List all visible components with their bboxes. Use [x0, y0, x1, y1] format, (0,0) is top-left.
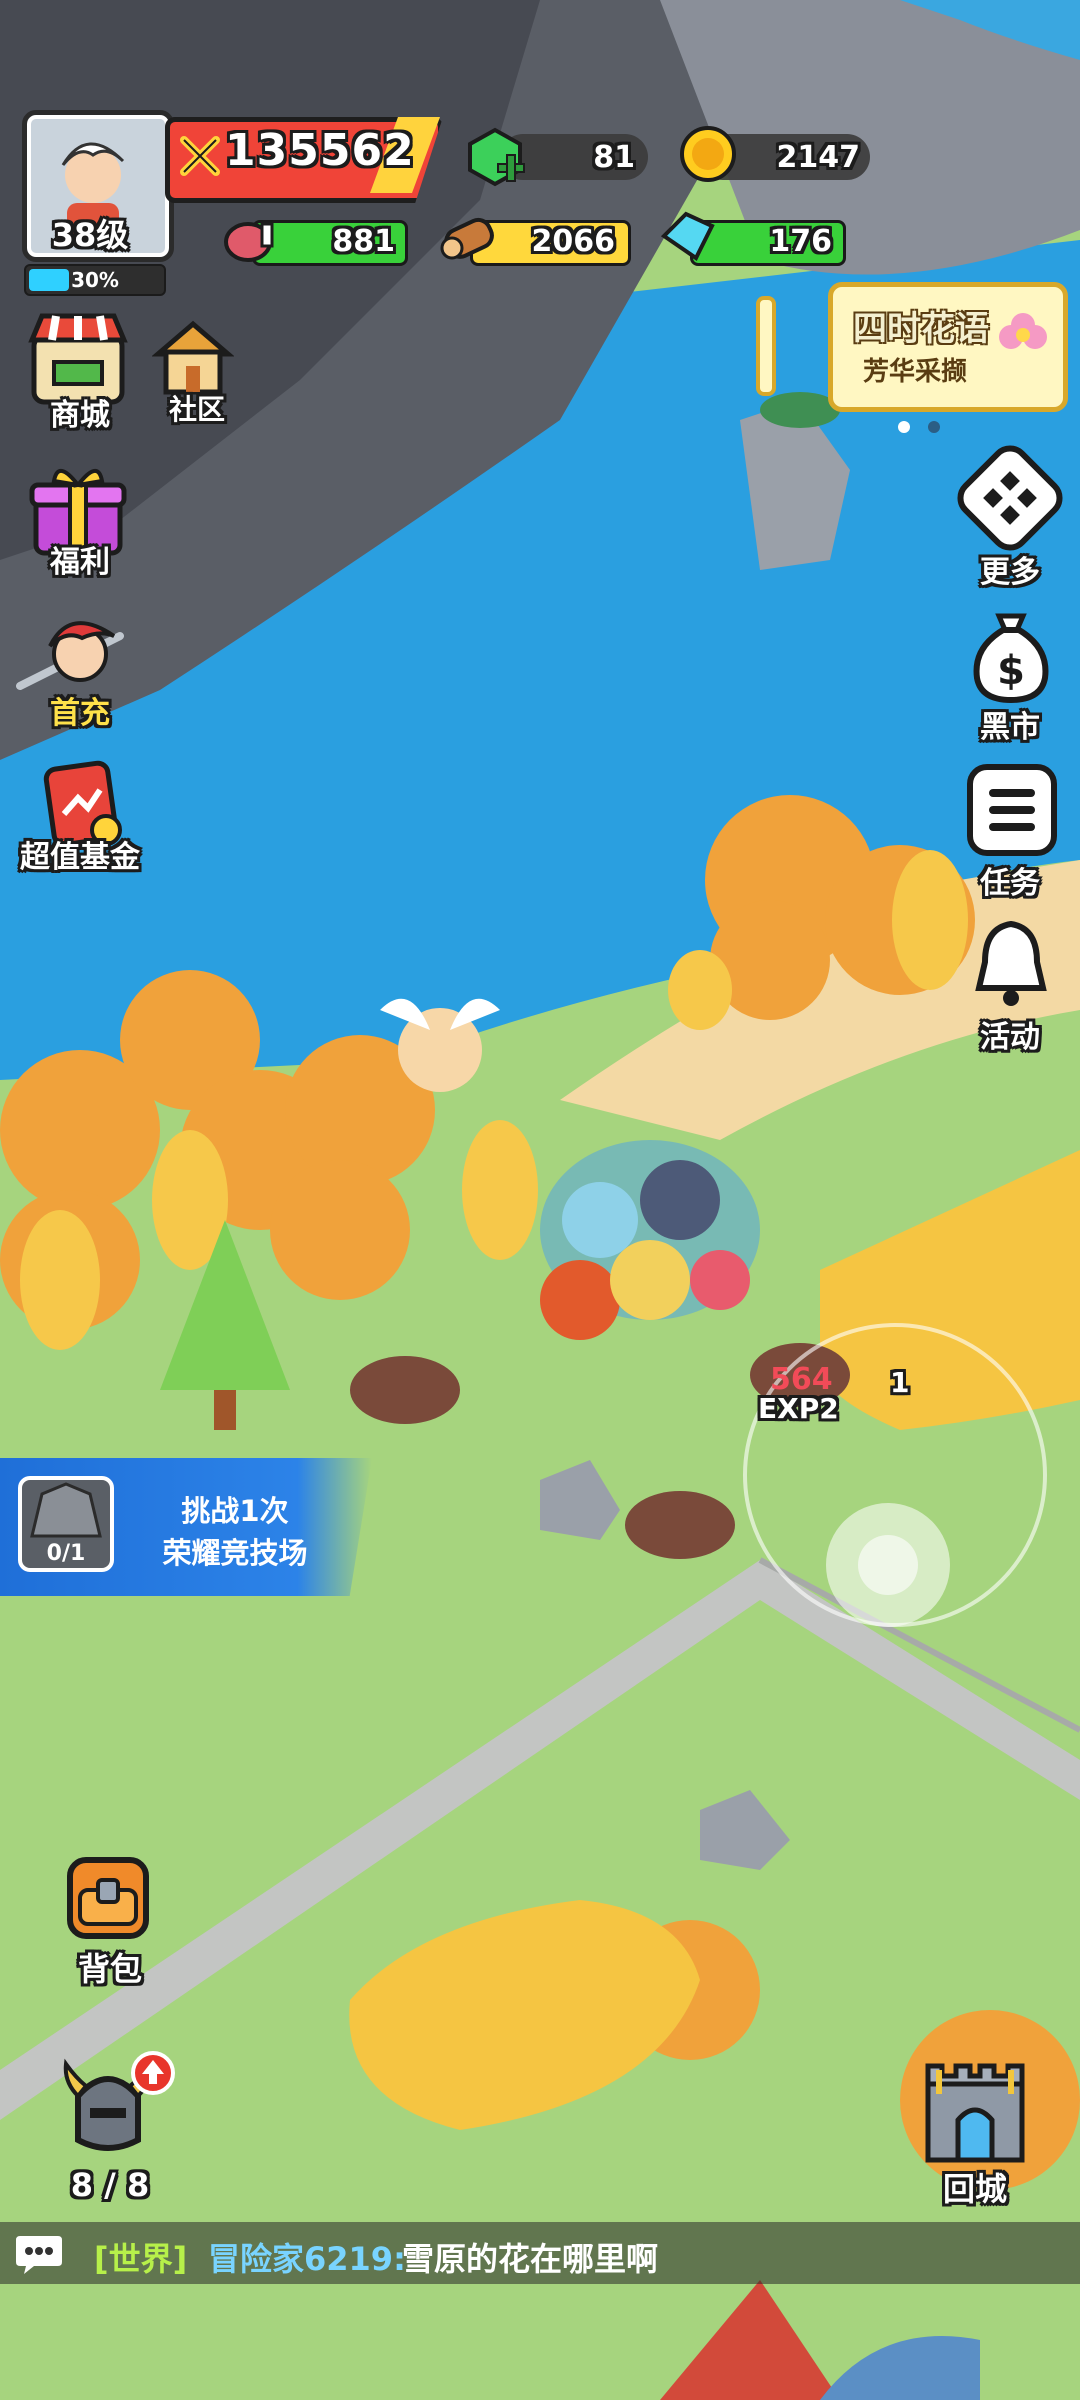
flower-icon: [999, 313, 1047, 349]
meat-count: 881: [332, 224, 395, 259]
money-bag-icon: $: [973, 613, 1049, 704]
more-button[interactable]: 更多: [949, 437, 1071, 590]
welfare-label: 福利: [50, 545, 110, 580]
tasks-icon-frame: [967, 764, 1057, 856]
shop-label: 商城: [50, 398, 110, 433]
backpack-label: 背包: [77, 1950, 142, 1988]
wood-log-icon: [440, 217, 494, 260]
event-banner-subtitle: 芳华采撷: [863, 357, 968, 387]
heroes-count: 8 / 8: [70, 2166, 150, 2204]
black-market-label: 黑市: [980, 710, 1040, 745]
chat-message: 雪原的花在哪里啊: [402, 2240, 659, 2278]
arena-icon: [30, 1482, 102, 1538]
value-fund-label: 超值基金: [20, 840, 140, 875]
xp-percent: 30%: [71, 268, 119, 292]
more-label: 更多: [980, 555, 1040, 590]
crossed-swords-icon: [180, 136, 220, 176]
more-icon-frame: [949, 437, 1071, 559]
player-level: 38级: [51, 216, 129, 254]
chat-channel: [世界]: [94, 2240, 188, 2278]
svg-text:$: $: [997, 648, 1025, 694]
return-city-label: 回城: [942, 2170, 1007, 2208]
menu-list-icon: [989, 789, 1035, 831]
quest-progress: 0/1: [46, 1541, 86, 1566]
crystal-icon: [660, 211, 715, 261]
green-gem-icon: [468, 127, 525, 187]
banner-page-dot: [928, 421, 940, 433]
events-label: 活动: [980, 1020, 1040, 1055]
house-icon: [152, 320, 234, 395]
backpack-icon: [67, 1857, 149, 1939]
tasks-button[interactable]: 任务: [955, 764, 1065, 901]
community-label: 社区: [168, 393, 225, 426]
event-banner-title: 四时花语: [853, 309, 989, 349]
banner-page-dot-active: [898, 421, 910, 433]
wood-count: 2066: [531, 224, 616, 259]
hit-count: 1: [890, 1366, 910, 1399]
xp-bar: 30%: [24, 264, 166, 296]
quest-line-2: 荣耀竞技场: [162, 1536, 308, 1570]
grid-dots-icon: [983, 471, 1037, 525]
chat-bubble-icon: [16, 2236, 62, 2274]
event-banner[interactable]: 四时花语 芳华采撷: [828, 282, 1068, 412]
castle-icon: [925, 2063, 1025, 2163]
crystal-count: 176: [769, 224, 832, 259]
gold-count: 2147: [776, 140, 861, 175]
quest-icon: 0/1: [18, 1476, 114, 1572]
quest-line-1: 挑战1次: [181, 1494, 289, 1528]
gem-count: 81: [593, 140, 635, 175]
first-charge-label: 首充: [50, 696, 110, 731]
exp-gain-text: EXP2: [758, 1392, 839, 1425]
chat-sender: 冒险家6219:: [208, 2240, 406, 2278]
world-chat-bar[interactable]: [世界] 冒险家6219: 雪原的花在哪里啊: [0, 2222, 1080, 2284]
event-banner-prev[interactable]: [756, 296, 776, 396]
meat-icon: [224, 222, 274, 262]
combat-power-value: 135562: [225, 125, 415, 176]
tasks-label: 任务: [980, 866, 1040, 901]
upgrade-arrow-icon: [131, 2051, 175, 2095]
bell-icon: [975, 920, 1047, 1006]
gold-coin-icon: [680, 126, 736, 182]
